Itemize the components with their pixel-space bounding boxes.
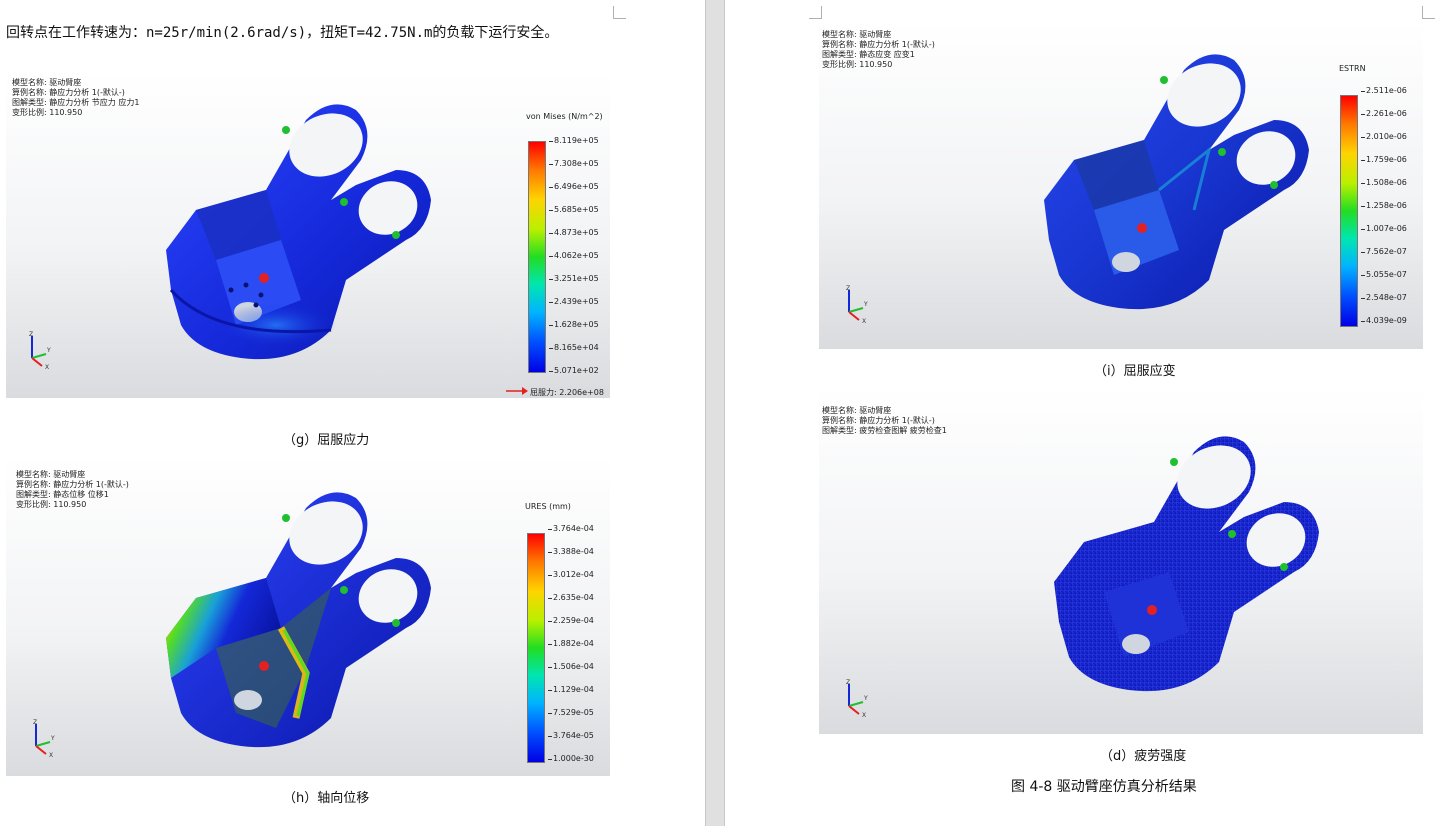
legend-tick: 7.308e+05 xyxy=(549,159,599,168)
model-name: 模型名称: 驱动臂座 xyxy=(822,30,892,39)
document-page-right: 模型名称: 驱动臂座 算例名称: 静应力分析 1(-默认-) 图解类型: 静态应… xyxy=(725,0,1445,826)
axis-triad-icon: Z Y X xyxy=(29,331,51,370)
axis-triad-icon: Z Y X xyxy=(846,679,868,718)
legend-tick: 3.764e-04 xyxy=(548,524,594,533)
study-name: 算例名称: 静应力分析 1(-默认-) xyxy=(12,88,125,97)
legend-tick: 2.548e-07 xyxy=(1361,293,1407,302)
color-scale-bar xyxy=(528,141,546,373)
legend-tick: 5.071e+02 xyxy=(549,366,599,375)
legend-title: URES (mm) xyxy=(525,502,571,511)
margin-corner-mark xyxy=(613,6,626,19)
legend-tick: 1.129e-04 xyxy=(548,685,594,694)
plot-metadata: 模型名称: 驱动臂座 算例名称: 静应力分析 1(-默认-) 图解类型: 静态应… xyxy=(822,30,935,70)
plot-metadata: 模型名称: 驱动臂座 算例名称: 静应力分析 1(-默认-) 图解类型: 静态位… xyxy=(16,470,129,510)
legend-tick: 4.062e+05 xyxy=(549,251,599,260)
axis-triad-icon: Z Y X xyxy=(846,285,868,324)
arm-seat-model xyxy=(166,104,431,360)
legend-tick: 1.882e-04 xyxy=(548,639,594,648)
study-name: 算例名称: 静应力分析 1(-默认-) xyxy=(16,480,129,489)
axis-label-y: Y xyxy=(863,695,868,702)
legend-tick: 7.562e-07 xyxy=(1361,247,1407,256)
displacement-plot-panel: 模型名称: 驱动臂座 算例名称: 静应力分析 1(-默认-) 图解类型: 静态位… xyxy=(6,456,610,776)
margin-corner-mark xyxy=(809,6,822,19)
legend-tick: 1.508e-06 xyxy=(1361,178,1407,187)
legend-tick: 2.259e-04 xyxy=(548,616,594,625)
legend-tick: 5.055e-07 xyxy=(1361,270,1407,279)
color-scale-bar xyxy=(527,533,545,763)
legend-tick: 3.251e+05 xyxy=(549,274,599,283)
legend-tick: 2.439e+05 xyxy=(549,297,599,306)
model-name: 模型名称: 驱动臂座 xyxy=(822,406,892,415)
legend-tick: 1.007e-06 xyxy=(1361,224,1407,233)
stress-plot-panel: 模型名称: 驱动臂座 算例名称: 静应力分析 1(-默认-) 图解类型: 静应力… xyxy=(6,72,610,398)
legend-tick: 8.119e+05 xyxy=(549,136,599,145)
model-name: 模型名称: 驱动臂座 xyxy=(16,470,86,479)
legend-tick: 5.685e+05 xyxy=(549,205,599,214)
legend-tick: 1.258e-06 xyxy=(1361,201,1407,210)
legend-tick: 3.388e-04 xyxy=(548,547,594,556)
legend-tick: 1.628e+05 xyxy=(549,320,599,329)
plot-type: 图解类型: 静态位移 位移1 xyxy=(16,490,109,499)
yield-arrow-icon xyxy=(506,387,528,395)
legend-tick: 1.759e-06 xyxy=(1361,155,1407,164)
panel-caption: （g）屈服应力 xyxy=(283,433,370,448)
legend-tick: 1.000e-30 xyxy=(548,754,594,763)
legend-tick: 6.496e+05 xyxy=(549,182,599,191)
axis-label-z: Z xyxy=(846,679,850,686)
color-scale-bar xyxy=(1340,95,1358,327)
legend-tick: 2.261e-06 xyxy=(1361,109,1407,118)
figure-caption: 图 4-8 驱动臂座仿真分析结果 xyxy=(1011,779,1197,795)
axis-label-y: Y xyxy=(46,347,51,354)
legend-tick: 2.635e-04 xyxy=(548,593,594,602)
legend-title: von Mises (N/m^2) xyxy=(526,112,603,121)
study-name: 算例名称: 静应力分析 1(-默认-) xyxy=(822,416,935,425)
axis-label-y: Y xyxy=(50,735,55,742)
axis-triad-icon: Z Y X xyxy=(33,719,55,758)
fatigue-plot-panel: 模型名称: 驱动臂座 算例名称: 静应力分析 1(-默认-) 图解类型: 疲劳检… xyxy=(819,386,1423,734)
legend-tick: 7.529e-05 xyxy=(548,708,594,717)
legend-tick: 2.010e-06 xyxy=(1361,132,1407,141)
legend-tick: 3.764e-05 xyxy=(548,731,594,740)
plot-type: 图解类型: 静态应变 应变1 xyxy=(822,50,915,59)
arm-seat-model xyxy=(1044,54,1309,310)
body-paragraph: 回转点在工作转速为：n=25r/min(2.6rad/s)，扭矩T=42.75N… xyxy=(6,25,559,41)
arm-seat-model xyxy=(1054,436,1319,692)
deformation-scale: 变形比例: 110.950 xyxy=(822,60,893,69)
yield-strength-label: 屈服力: 2.206e+08 xyxy=(530,388,604,397)
strain-plot-panel: 模型名称: 驱动臂座 算例名称: 静应力分析 1(-默认-) 图解类型: 静态应… xyxy=(819,22,1423,349)
model-name: 模型名称: 驱动臂座 xyxy=(12,78,82,87)
legend-tick: 8.165e+04 xyxy=(549,343,599,352)
axis-label-x: X xyxy=(862,318,866,324)
legend-tick: 1.506e-04 xyxy=(548,662,594,671)
panel-caption: （i）屈服应变 xyxy=(1094,364,1176,379)
deformation-scale: 变形比例: 110.950 xyxy=(16,500,87,509)
axis-label-y: Y xyxy=(863,301,868,308)
margin-corner-mark xyxy=(1422,6,1435,19)
deformation-scale: 变形比例: 110.950 xyxy=(12,108,83,117)
legend-tick: 2.511e-06 xyxy=(1361,86,1407,95)
axis-label-z: Z xyxy=(33,719,37,726)
axis-label-x: X xyxy=(49,752,53,758)
plot-metadata: 模型名称: 驱动臂座 算例名称: 静应力分析 1(-默认-) 图解类型: 静应力… xyxy=(12,78,139,118)
legend-tick: 4.039e-09 xyxy=(1361,316,1407,325)
legend-title: ESTRN xyxy=(1339,64,1366,73)
axis-label-z: Z xyxy=(846,285,850,292)
axis-label-z: Z xyxy=(29,331,33,338)
plot-metadata: 模型名称: 驱动臂座 算例名称: 静应力分析 1(-默认-) 图解类型: 疲劳检… xyxy=(822,406,947,436)
arm-seat-model xyxy=(166,492,431,748)
page-gutter xyxy=(705,0,725,826)
plot-type: 图解类型: 静应力分析 节应力 应力1 xyxy=(12,98,140,107)
plot-type: 图解类型: 疲劳检查图解 疲劳检查1 xyxy=(822,426,947,435)
panel-caption: （h）轴向位移 xyxy=(283,791,370,806)
study-name: 算例名称: 静应力分析 1(-默认-) xyxy=(822,40,935,49)
document-page-left: 回转点在工作转速为：n=25r/min(2.6rad/s)，扭矩T=42.75N… xyxy=(0,0,705,826)
axis-label-x: X xyxy=(45,364,49,370)
gutter-edge xyxy=(705,0,706,826)
legend-tick: 3.012e-04 xyxy=(548,570,594,579)
legend-tick: 4.873e+05 xyxy=(549,228,599,237)
axis-label-x: X xyxy=(862,712,866,718)
panel-caption: （d）疲劳强度 xyxy=(1100,749,1187,764)
